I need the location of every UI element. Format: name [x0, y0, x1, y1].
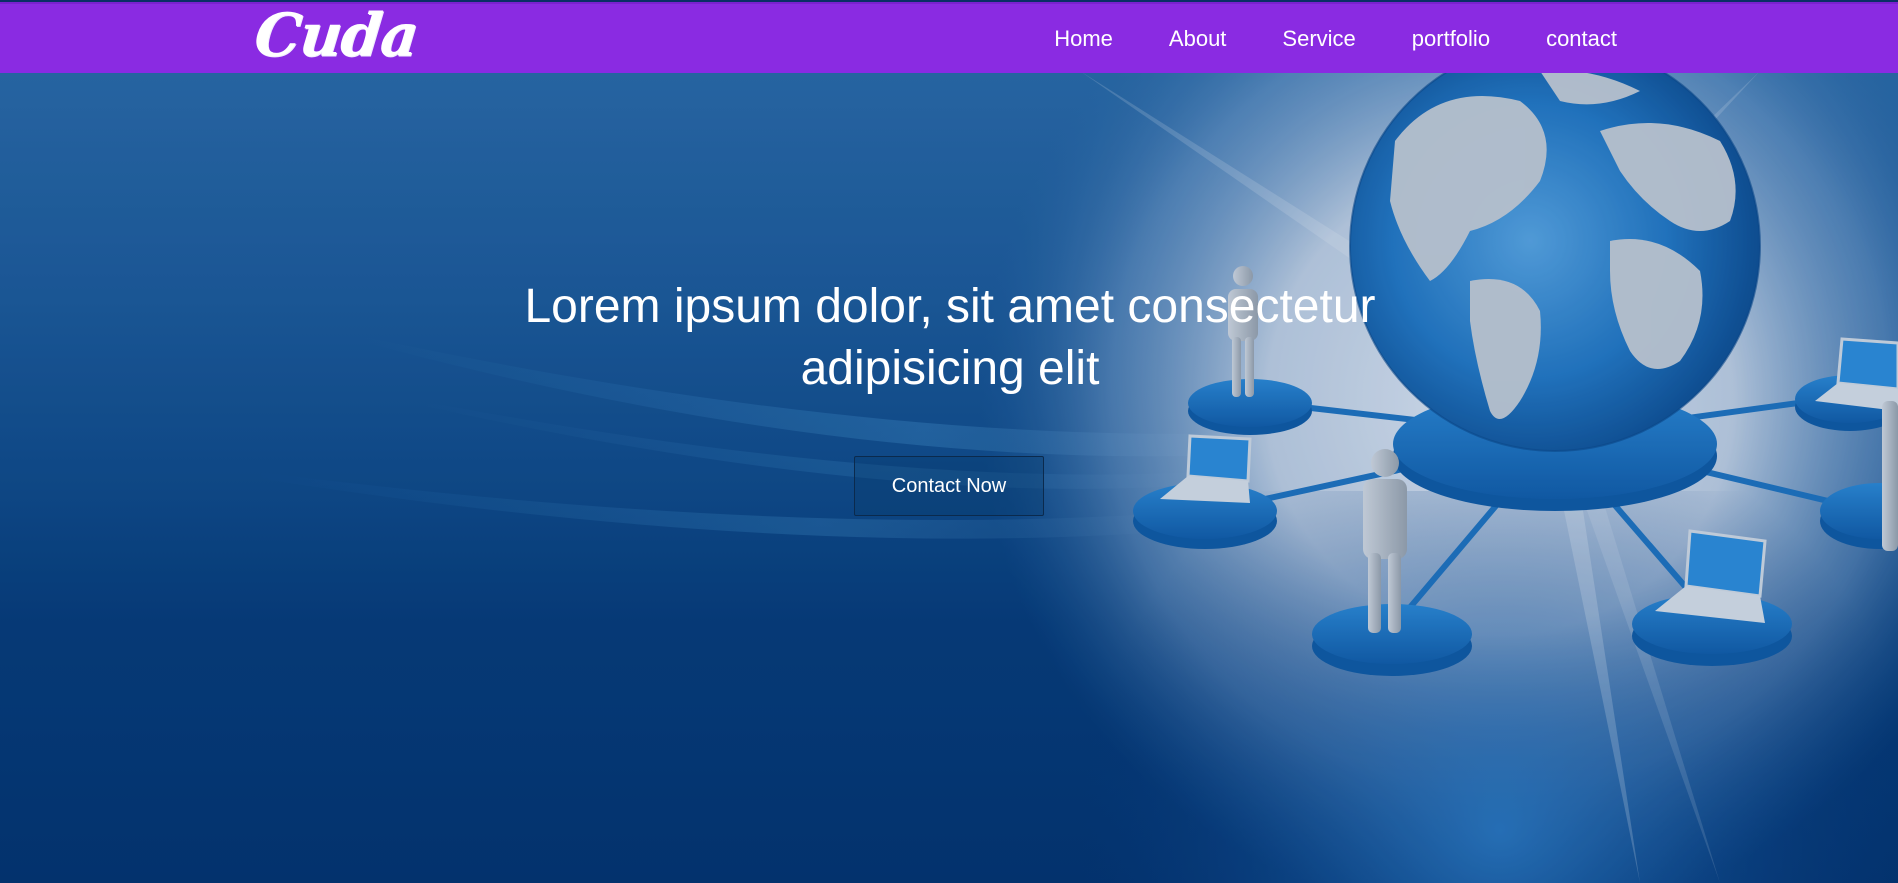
contact-now-button[interactable]: Contact Now	[854, 456, 1044, 516]
hero-section: Lorem ipsum dolor, sit amet consectetur …	[0, 71, 1898, 883]
hero-title-line-1: Lorem ipsum dolor, sit amet consectetur	[524, 280, 1376, 333]
nav-link-about[interactable]: About	[1169, 26, 1227, 52]
hero-title: Lorem ipsum dolor, sit amet consectetur …	[470, 276, 1430, 400]
page: Cuda Home About Service portfolio contac…	[0, 0, 1898, 883]
nav-link-home[interactable]: Home	[1054, 26, 1113, 52]
hero-content: Lorem ipsum dolor, sit amet consectetur …	[0, 71, 1898, 883]
navbar: Cuda Home About Service portfolio contac…	[0, 0, 1898, 73]
hero-title-line-2: adipisicing elit	[800, 342, 1100, 395]
nav-link-service[interactable]: Service	[1282, 26, 1355, 52]
nav-link-portfolio[interactable]: portfolio	[1412, 26, 1490, 52]
nav-menu: Home About Service portfolio contact	[998, 4, 1617, 73]
brand-logo[interactable]: Cuda	[251, 0, 421, 69]
nav-link-contact[interactable]: contact	[1546, 26, 1617, 52]
